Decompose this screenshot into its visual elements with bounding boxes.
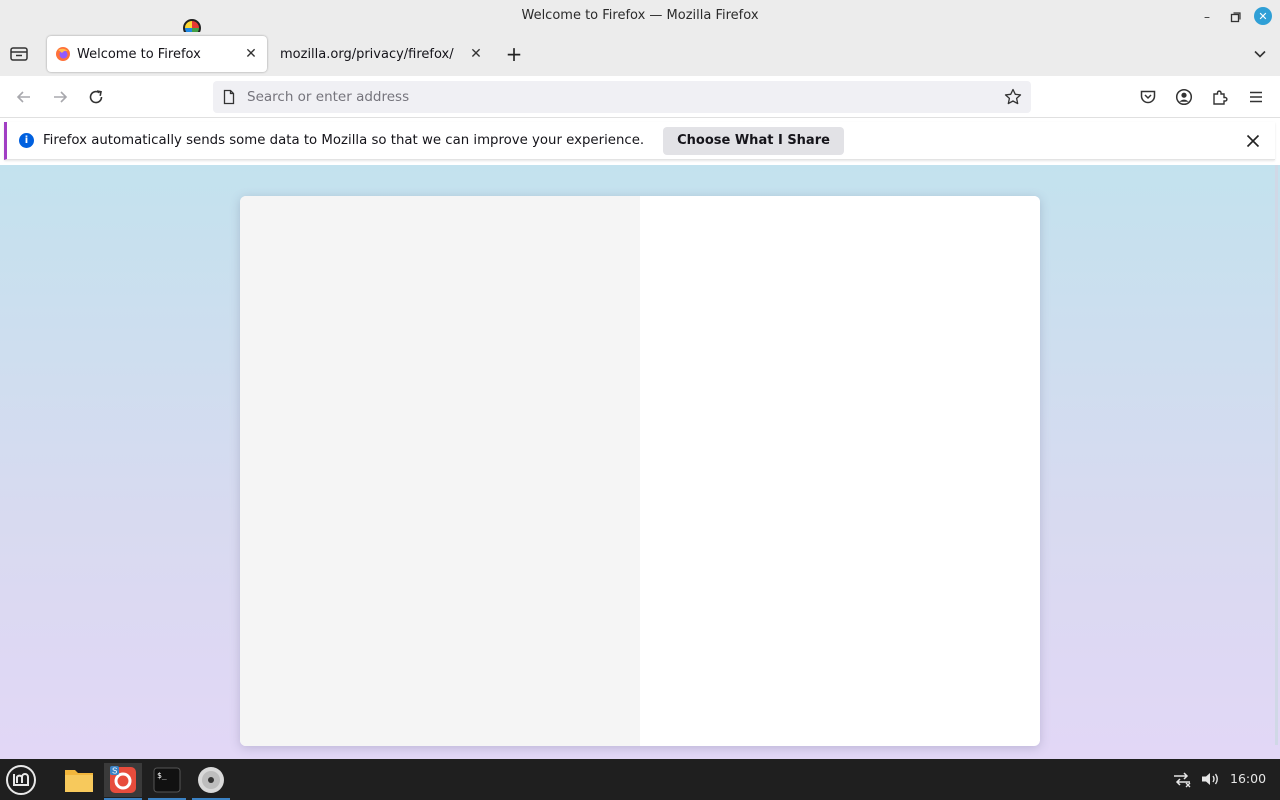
puzzle-icon [1213, 90, 1228, 105]
address-bar[interactable] [213, 81, 1031, 113]
forward-button[interactable] [49, 86, 71, 108]
close-icon [1246, 134, 1260, 148]
hamburger-menu-icon [1250, 91, 1262, 103]
disc-icon [198, 767, 224, 793]
url-input[interactable] [247, 89, 1003, 105]
terminal-launcher[interactable]: $_ [148, 763, 186, 800]
maximize-button[interactable] [1226, 8, 1244, 26]
tab-welcome-to-firefox[interactable]: Welcome to Firefox ✕ [47, 36, 267, 72]
firefox-icon [55, 46, 71, 62]
scrollbar[interactable] [1275, 165, 1278, 745]
welcome-card [240, 196, 1040, 746]
start-menu-button[interactable] [2, 763, 40, 797]
arrow-right-icon [54, 91, 68, 103]
close-tab-button[interactable]: ✕ [241, 44, 261, 64]
disc-launcher[interactable] [192, 763, 230, 800]
maximize-icon [1230, 11, 1241, 22]
page-icon [221, 89, 237, 105]
back-button[interactable] [13, 86, 35, 108]
close-notification-button[interactable] [1243, 131, 1263, 151]
menu-button[interactable] [1245, 86, 1267, 108]
tab-label: Welcome to Firefox [77, 46, 201, 62]
svg-text:$_: $_ [157, 771, 167, 780]
reload-button[interactable] [85, 86, 107, 108]
app-launcher[interactable]: S [104, 763, 142, 800]
list-all-tabs-button[interactable] [1250, 44, 1270, 64]
welcome-right-pane [640, 196, 1040, 741]
taskbar: S $_ 16:00 [0, 759, 1280, 800]
welcome-left-pane [240, 196, 640, 746]
tab-mozilla-privacy[interactable]: mozilla.org/privacy/firefox/ ✕ [270, 36, 492, 72]
tab-label: mozilla.org/privacy/firefox/ [280, 46, 454, 62]
account-icon [1175, 88, 1193, 106]
files-icon [65, 770, 93, 792]
choose-what-i-share-button[interactable]: Choose What I Share [663, 126, 844, 155]
files-launcher[interactable] [60, 763, 98, 797]
reload-icon [89, 90, 103, 104]
terminal-icon: $_ [153, 767, 181, 793]
minimize-button[interactable]: – [1198, 8, 1216, 26]
firefox-view-icon [10, 47, 28, 61]
navigation-toolbar [0, 76, 1280, 118]
new-tab-button[interactable]: + [504, 42, 524, 66]
svg-text:S: S [112, 767, 117, 776]
notification-message: Firefox automatically sends some data to… [43, 133, 645, 148]
pocket-button[interactable] [1137, 86, 1159, 108]
page-content [0, 165, 1280, 759]
account-button[interactable] [1173, 86, 1195, 108]
tab-strip: Welcome to Firefox ✕ mozilla.org/privacy… [0, 32, 1280, 76]
app-icon: S [110, 766, 136, 793]
data-collection-notification: i Firefox automatically sends some data … [4, 122, 1275, 160]
extensions-button[interactable] [1209, 86, 1231, 108]
pocket-icon [1140, 90, 1156, 104]
bookmark-star-icon[interactable] [1003, 87, 1023, 107]
close-tab-button[interactable]: ✕ [466, 44, 486, 64]
volume-tray-icon[interactable] [1200, 770, 1220, 788]
firefox-view-button[interactable] [8, 44, 30, 64]
clock[interactable]: 16:00 [1230, 771, 1266, 786]
network-tray-icon[interactable] [1172, 770, 1192, 788]
info-icon: i [19, 133, 34, 148]
arrow-left-icon [16, 91, 30, 103]
menu-icon [6, 765, 36, 795]
chevron-down-icon [1254, 50, 1266, 58]
close-window-button[interactable]: ✕ [1254, 7, 1272, 25]
